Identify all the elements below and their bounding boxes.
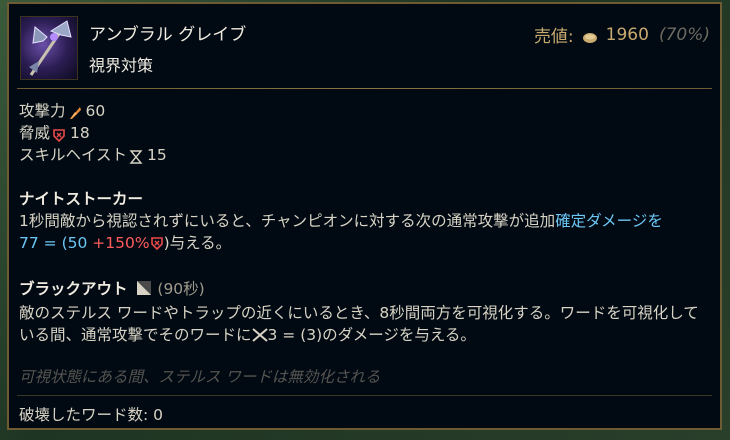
umbral-glaive-icon (20, 16, 78, 80)
true-damage-text: 確定ダメージを (555, 212, 663, 230)
stat-value: 15 (147, 146, 167, 164)
footer-divider (17, 395, 712, 396)
passive-nightstalker-desc-1: 1秒間敵から視認されずにいると、チャンピオンに対する次の通常攻撃が追加確定ダメー… (19, 210, 708, 232)
stack-value: 0 (153, 406, 164, 424)
item-name: アンブラル グレイブ (89, 25, 247, 45)
lethality-icon (150, 234, 164, 256)
passive-nightstalker-title: ナイトストーカー (19, 190, 144, 208)
desc-text: 1秒間敵から視認されずにいると、チャンピオンに対する次の通常攻撃が追加 (19, 212, 556, 230)
price-percent: (70%) (658, 24, 710, 45)
desc-text: 3 = (3)のダメージを与える。 (267, 326, 476, 344)
price-label: 売値: (533, 27, 574, 47)
stat-value: 60 (85, 102, 106, 120)
passive-blackout-desc-1: 敵のステルス ワードやトラップの近くにいるとき、8秒間両方を可視化する。ワードを… (19, 304, 699, 322)
sell-price: 売値: 1960 (70%) (533, 22, 710, 48)
stat-value: 18 (70, 124, 90, 142)
passive-blackout-title: ブラックアウト (19, 280, 128, 298)
stat-label: 攻撃力 (19, 102, 66, 120)
ward-destroyed-count: 破壊したワード数: 0 (19, 403, 163, 425)
stat-label: スキルヘイスト (19, 146, 128, 164)
ability-haste-icon (129, 148, 143, 164)
flavor-text: 可視状態にある間、ステルス ワードは無効化される (19, 368, 381, 386)
lethality-ratio: +150% (92, 234, 150, 252)
cooldown-icon (136, 280, 152, 302)
stat-lethality: 脅威 18 (19, 122, 708, 144)
stat-attack-damage: 攻撃力 60 (19, 100, 708, 122)
passive-blackout-desc-2: いる間、通常攻撃でそのワードに 3 = (3)のダメージを与える。 (19, 324, 708, 348)
desc-text: いる間、通常攻撃でそのワードに (19, 326, 252, 344)
item-tooltip: アンブラル グレイブ 視界対策 売値: 1960 (70%) 攻撃力 60 脅威… (7, 2, 722, 430)
tooltip-header: アンブラル グレイブ 視界対策 売値: 1960 (70%) (9, 4, 720, 90)
lethality-icon (52, 126, 66, 143)
tooltip-body: 攻撃力 60 脅威 18 スキルヘイスト 15 ナイトストーカー 1秒間敵から視… (19, 100, 708, 348)
cooldown-text: (90秒) (157, 280, 205, 298)
damage-formula: 77 = (50 (19, 234, 93, 252)
stack-label: 破壊したワード数: (19, 406, 149, 424)
stat-ability-haste: スキルヘイスト 15 (19, 144, 708, 166)
item-subtitle: 視界対策 (89, 56, 154, 75)
attack-damage-icon (68, 104, 82, 119)
header-divider (17, 88, 712, 89)
crossed-swords-icon (251, 326, 268, 348)
passive-blackout-header: ブラックアウト (90秒) (19, 278, 708, 302)
stat-label: 脅威 (19, 124, 51, 142)
passive-nightstalker-desc-2: 77 = (50 +150% )与える。 (19, 232, 708, 256)
desc-text: )与える。 (163, 234, 232, 252)
price-value: 1960 (605, 24, 649, 45)
gold-icon (582, 29, 598, 43)
